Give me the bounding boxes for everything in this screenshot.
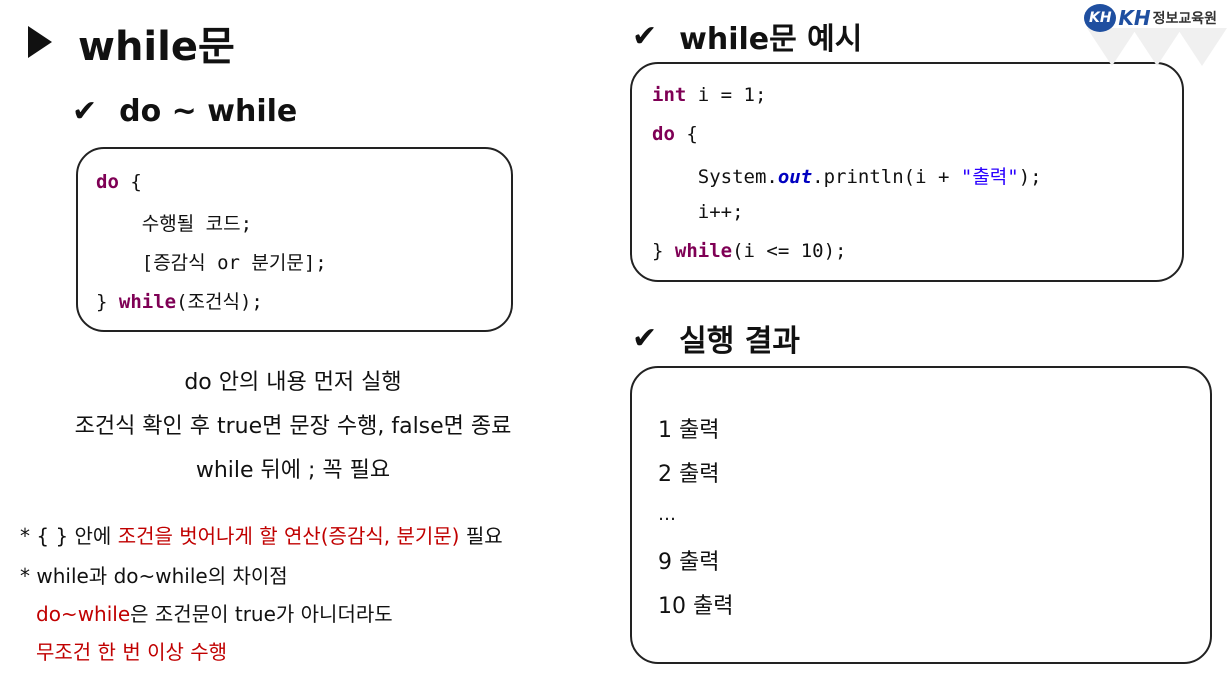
note-line-3: do~while은 조건문이 true가 아니더라도	[36, 598, 393, 627]
syntax-text: {	[118, 171, 142, 193]
result-heading: ✔ 실행 결과	[632, 316, 800, 360]
desc-line-1: do 안의 내용 먼저 실행	[184, 370, 402, 395]
logo-org-name: 정보교육원	[1152, 11, 1217, 27]
note-line-4: 무조건 한 번 이상 수행	[36, 640, 228, 664]
kh-logo-icon: KH	[1084, 4, 1117, 32]
code-text: }	[652, 240, 675, 262]
result-line-9: 9 출력	[658, 550, 720, 575]
result-heading-label: 실행 결과	[679, 324, 800, 359]
example-heading: ✔ while문 예시	[632, 14, 862, 58]
example-line-1: int i = 1;	[652, 84, 766, 106]
example-line-3: System.out.println(i + "출력");	[652, 162, 1042, 189]
result-line-1: 1 출력	[658, 418, 720, 443]
syntax-keyword-while: while	[118, 291, 177, 313]
note-line-1: * { } 안에 조건을 벗어나게 할 연산(증감식, 분기문) 필요	[20, 520, 503, 549]
example-line-5: } while(i <= 10);	[652, 240, 846, 262]
note-text: 은 조건문이 true가 아니더라도	[130, 602, 393, 626]
do-while-heading: ✔ do ~ while	[72, 94, 297, 129]
syntax-line-2: 수행될 코드;	[96, 213, 253, 235]
note-text: * { } 안에	[20, 524, 118, 548]
code-text: .println(i +	[812, 166, 961, 188]
syntax-line-1: do {	[96, 171, 142, 193]
syntax-line-3: [증감식 or 분기문];	[96, 252, 327, 274]
code-text: (i <= 10);	[732, 240, 847, 262]
kh-logo: KH KH 정보교육원	[1084, 4, 1217, 32]
result-line-2: 2 출력	[658, 462, 720, 487]
example-heading-label: while문 예시	[679, 22, 863, 57]
syntax-keyword-do: do	[96, 171, 119, 193]
note-emphasis: do~while	[36, 602, 131, 626]
syntax-line-4: } while(조건식);	[96, 287, 263, 314]
do-while-syntax-box: do { 수행될 코드; [증감식 or 분기문]; } while(조건식);	[76, 147, 513, 332]
syntax-text: }	[96, 291, 119, 313]
result-line-ellipsis: …	[658, 504, 676, 525]
checkmark-icon: ✔	[632, 320, 658, 356]
logo-kh-text: KH	[1118, 6, 1151, 30]
syntax-text: (조건식);	[176, 291, 263, 313]
code-keyword-int: int	[652, 84, 687, 106]
note-emphasis: 조건을 벗어나게 할 연산(증감식, 분기문)	[117, 524, 460, 548]
code-text: i = 1;	[686, 84, 767, 106]
desc-line-3: while 뒤에 ; 꼭 필요	[195, 458, 391, 483]
example-line-4: i++;	[652, 201, 744, 223]
do-while-heading-label: do ~ while	[119, 94, 298, 129]
code-keyword-while: while	[674, 240, 733, 262]
code-text: );	[1018, 166, 1042, 188]
code-string: "출력"	[960, 166, 1019, 188]
result-line-10: 10 출력	[658, 594, 734, 619]
example-line-2: do {	[652, 123, 698, 145]
play-arrow-icon	[28, 26, 52, 58]
code-field-out: out	[777, 166, 813, 188]
code-text: {	[674, 123, 698, 145]
desc-line-2: 조건식 확인 후 true면 문장 수행, false면 종료	[74, 414, 512, 439]
note-text: 필요	[459, 524, 503, 548]
decorative-chevrons	[1087, 28, 1227, 66]
code-keyword-do: do	[652, 123, 675, 145]
code-text: System.	[652, 166, 778, 188]
page-title: while문	[78, 24, 235, 70]
checkmark-icon: ✔	[632, 18, 658, 54]
result-box: 1 출력 2 출력 … 9 출력 10 출력	[630, 366, 1212, 664]
checkmark-icon: ✔	[72, 94, 98, 129]
note-line-2: * while과 do~while의 차이점	[20, 564, 288, 588]
